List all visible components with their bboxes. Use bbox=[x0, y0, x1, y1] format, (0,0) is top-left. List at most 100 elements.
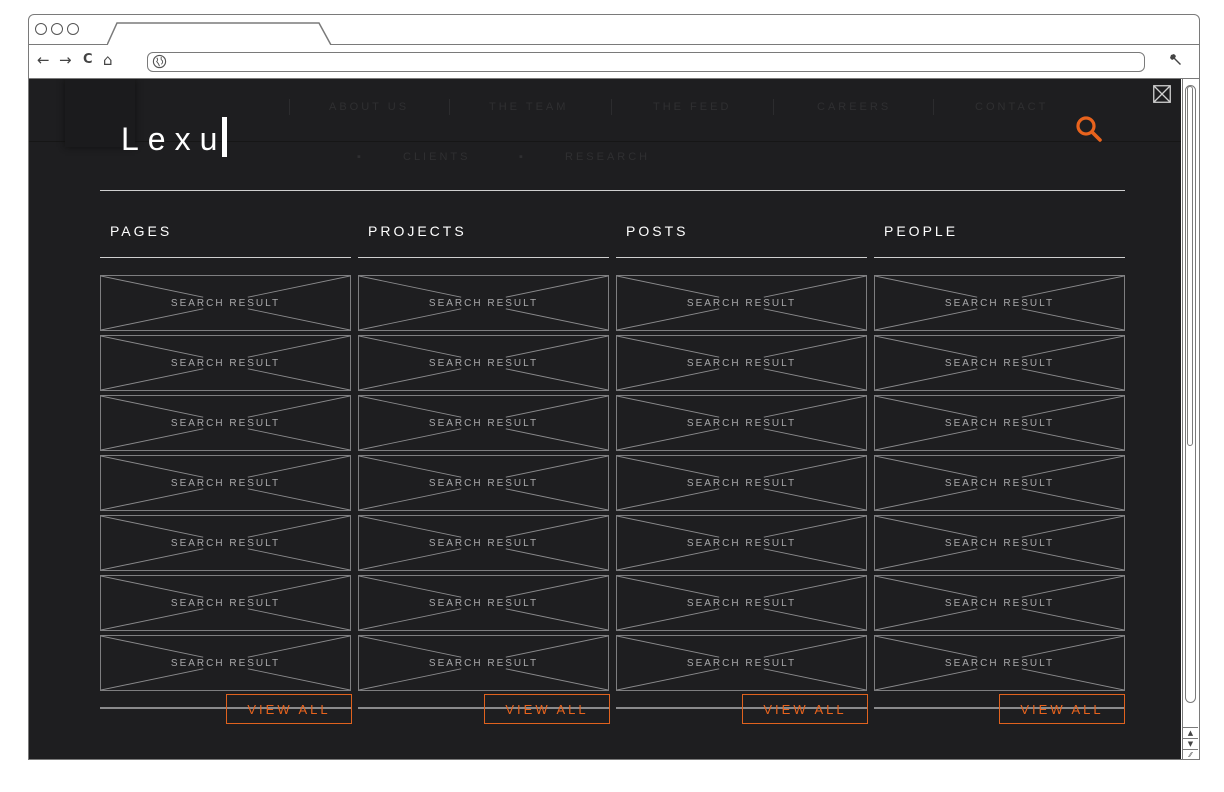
search-result-item[interactable]: SEARCH RESULT bbox=[358, 395, 609, 451]
back-arrow-icon[interactable]: ← bbox=[37, 51, 50, 69]
search-result-item[interactable]: SEARCH RESULT bbox=[874, 335, 1125, 391]
reload-icon[interactable]: C bbox=[83, 51, 93, 69]
search-result-item[interactable]: SEARCH RESULT bbox=[100, 395, 351, 451]
search-result-item[interactable]: SEARCH RESULT bbox=[616, 395, 867, 451]
column-title-underline bbox=[100, 257, 351, 258]
ghost-nav-about: ABOUT US bbox=[329, 101, 410, 113]
search-input[interactable]: Lexu bbox=[121, 117, 228, 161]
search-result-label: SEARCH RESULT bbox=[101, 456, 350, 510]
search-result-item[interactable]: SEARCH RESULT bbox=[874, 395, 1125, 451]
search-result-text: SEARCH RESULT bbox=[944, 537, 1055, 549]
ghost-nav-careers: CAREERS bbox=[817, 101, 892, 113]
search-result-item[interactable]: SEARCH RESULT bbox=[358, 515, 609, 571]
address-bar[interactable] bbox=[147, 52, 1145, 72]
close-overlay-icon[interactable] bbox=[1153, 85, 1171, 103]
search-result-label: SEARCH RESULT bbox=[875, 276, 1124, 330]
search-result-text: SEARCH RESULT bbox=[686, 537, 797, 549]
search-result-text: SEARCH RESULT bbox=[686, 597, 797, 609]
search-result-item[interactable]: SEARCH RESULT bbox=[100, 455, 351, 511]
nav-divider bbox=[449, 99, 450, 115]
search-result-item[interactable]: SEARCH RESULT bbox=[874, 515, 1125, 571]
search-result-item[interactable]: SEARCH RESULT bbox=[616, 575, 867, 631]
page-viewport: ABOUT US THE TEAM THE FEED CAREERS CONTA… bbox=[29, 79, 1181, 759]
scrollbar[interactable]: ▲ ▼ ⁄⁄ bbox=[1182, 79, 1199, 759]
view-all-button[interactable]: VIEW ALL bbox=[742, 694, 868, 724]
search-result-item[interactable]: SEARCH RESULT bbox=[100, 515, 351, 571]
search-result-item[interactable]: SEARCH RESULT bbox=[874, 275, 1125, 331]
forward-arrow-icon[interactable]: → bbox=[59, 51, 72, 69]
globe-icon bbox=[152, 54, 167, 69]
view-all-button[interactable]: VIEW ALL bbox=[999, 694, 1125, 724]
search-result-item[interactable]: SEARCH RESULT bbox=[874, 635, 1125, 691]
search-result-item[interactable]: SEARCH RESULT bbox=[616, 335, 867, 391]
search-result-item[interactable]: SEARCH RESULT bbox=[100, 275, 351, 331]
column-title: PROJECTS bbox=[368, 223, 467, 239]
column-title: PEOPLE bbox=[884, 223, 959, 239]
search-result-label: SEARCH RESULT bbox=[875, 456, 1124, 510]
search-result-item[interactable]: SEARCH RESULT bbox=[358, 335, 609, 391]
search-result-label: SEARCH RESULT bbox=[617, 516, 866, 570]
search-result-item[interactable]: SEARCH RESULT bbox=[874, 575, 1125, 631]
home-icon[interactable]: ⌂ bbox=[103, 51, 113, 69]
search-result-item[interactable]: SEARCH RESULT bbox=[358, 575, 609, 631]
window-maximize-button[interactable] bbox=[67, 23, 79, 35]
search-result-item[interactable]: SEARCH RESULT bbox=[616, 275, 867, 331]
search-result-text: SEARCH RESULT bbox=[170, 657, 281, 669]
view-all-button[interactable]: VIEW ALL bbox=[484, 694, 610, 724]
browser-window: ← → C ⌂ ABOUT US THE TEAM THE FEED CAREE… bbox=[28, 14, 1200, 760]
search-result-item[interactable]: SEARCH RESULT bbox=[358, 275, 609, 331]
search-result-label: SEARCH RESULT bbox=[875, 516, 1124, 570]
search-result-item[interactable]: SEARCH RESULT bbox=[358, 455, 609, 511]
search-result-item[interactable]: SEARCH RESULT bbox=[616, 515, 867, 571]
nav-divider bbox=[773, 99, 774, 115]
results-list: SEARCH RESULT SEARCH RESULT SEARCH RESULT S… bbox=[358, 275, 609, 691]
ghost-nav-team: THE TEAM bbox=[489, 101, 569, 113]
search-result-label: SEARCH RESULT bbox=[617, 396, 866, 450]
window-close-button[interactable] bbox=[35, 23, 47, 35]
search-result-label: SEARCH RESULT bbox=[359, 516, 608, 570]
results-list: SEARCH RESULT SEARCH RESULT SEARCH RESULT S… bbox=[874, 275, 1125, 691]
search-result-label: SEARCH RESULT bbox=[875, 336, 1124, 390]
scrollbar-thumb[interactable] bbox=[1187, 86, 1193, 446]
search-result-label: SEARCH RESULT bbox=[617, 576, 866, 630]
search-result-text: SEARCH RESULT bbox=[944, 357, 1055, 369]
search-result-label: SEARCH RESULT bbox=[617, 636, 866, 690]
search-result-text: SEARCH RESULT bbox=[170, 597, 281, 609]
search-result-item[interactable]: SEARCH RESULT bbox=[100, 575, 351, 631]
window-minimize-button[interactable] bbox=[51, 23, 63, 35]
search-result-text: SEARCH RESULT bbox=[170, 477, 281, 489]
search-result-label: SEARCH RESULT bbox=[359, 636, 608, 690]
wrench-icon[interactable] bbox=[1169, 52, 1183, 70]
search-result-text: SEARCH RESULT bbox=[944, 477, 1055, 489]
search-result-label: SEARCH RESULT bbox=[617, 336, 866, 390]
nav-divider bbox=[289, 99, 290, 115]
search-result-text: SEARCH RESULT bbox=[428, 417, 539, 429]
search-result-text: SEARCH RESULT bbox=[428, 477, 539, 489]
search-result-item[interactable]: SEARCH RESULT bbox=[874, 455, 1125, 511]
scrollbar-track[interactable] bbox=[1185, 85, 1196, 703]
search-result-item[interactable]: SEARCH RESULT bbox=[616, 455, 867, 511]
search-result-item[interactable]: SEARCH RESULT bbox=[100, 335, 351, 391]
search-result-label: SEARCH RESULT bbox=[101, 396, 350, 450]
results-column-people: PEOPLE SEARCH RESULT SEARCH RESULT SEARCH R… bbox=[874, 219, 1125, 724]
search-icon[interactable] bbox=[1075, 115, 1103, 143]
search-result-label: SEARCH RESULT bbox=[101, 576, 350, 630]
browser-tab[interactable] bbox=[107, 22, 333, 45]
search-result-text: SEARCH RESULT bbox=[944, 297, 1055, 309]
search-result-item[interactable]: SEARCH RESULT bbox=[616, 635, 867, 691]
search-result-label: SEARCH RESULT bbox=[359, 396, 608, 450]
view-all-button[interactable]: VIEW ALL bbox=[226, 694, 352, 724]
resize-grip-icon[interactable]: ⁄⁄ bbox=[1183, 749, 1198, 759]
results-column-pages: PAGES SEARCH RESULT SEARCH RESULT SEARCH RE… bbox=[100, 219, 352, 724]
search-result-label: SEARCH RESULT bbox=[875, 636, 1124, 690]
nav-divider bbox=[933, 99, 934, 115]
search-result-text: SEARCH RESULT bbox=[686, 657, 797, 669]
search-result-item[interactable]: SEARCH RESULT bbox=[100, 635, 351, 691]
search-result-label: SEARCH RESULT bbox=[101, 516, 350, 570]
column-title: POSTS bbox=[626, 223, 689, 239]
search-result-text: SEARCH RESULT bbox=[170, 537, 281, 549]
search-result-text: SEARCH RESULT bbox=[944, 417, 1055, 429]
results-list: SEARCH RESULT SEARCH RESULT SEARCH RESULT S… bbox=[616, 275, 867, 691]
search-result-item[interactable]: SEARCH RESULT bbox=[358, 635, 609, 691]
search-result-label: SEARCH RESULT bbox=[617, 456, 866, 510]
